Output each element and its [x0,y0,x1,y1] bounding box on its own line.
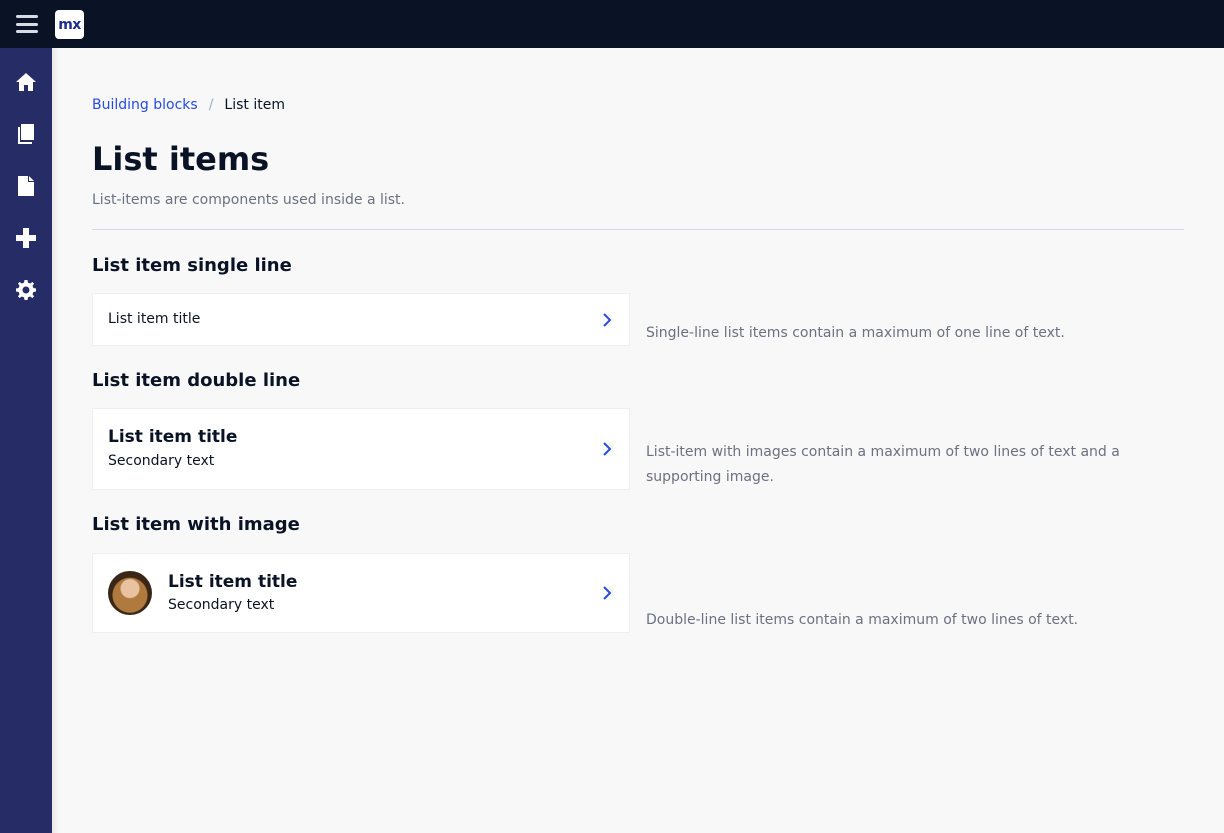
sidebar-item-document[interactable] [0,160,52,212]
section-heading-image: List item with image [92,514,300,535]
list-item-secondary-text: Secondary text [168,597,275,613]
divider [92,229,1184,230]
chevron-right-icon [599,585,615,601]
sidebar-item-home[interactable] [0,56,52,108]
list-item-title: List item title [108,427,238,447]
page-title: List items [92,140,270,178]
list-item-secondary-text: Secondary text [108,453,215,469]
top-bar: mx [0,0,1224,48]
breadcrumb-link-building-blocks[interactable]: Building blocks [92,97,198,113]
breadcrumb-current: List item [224,97,285,113]
gear-icon [16,280,36,300]
description-image: Double-line list items contain a maximum… [646,612,1079,628]
content-shadow [52,48,60,833]
breadcrumb: Building blocks / List item [92,97,285,113]
sidebar-item-book[interactable] [0,108,52,160]
chevron-right-icon [599,312,615,328]
sidebar-item-add[interactable] [0,212,52,264]
sidebar-item-settings[interactable] [0,264,52,316]
home-icon [16,73,36,91]
section-heading-single: List item single line [92,255,292,276]
page-subtitle: List-items are components used inside a … [92,192,405,208]
description-double: List-item with images contain a maximum … [646,444,1120,485]
chevron-right-icon [599,441,615,457]
list-item-title: List item title [168,572,298,592]
avatar [108,571,152,615]
app-logo[interactable]: mx [55,10,84,39]
section-heading-double: List item double line [92,370,301,391]
description-single: Single-line list items contain a maximum… [646,325,1065,341]
hamburger-menu-icon[interactable] [14,12,40,36]
breadcrumb-separator: / [208,97,214,113]
list-item-with-image[interactable]: List item title Secondary text [92,553,630,633]
list-item-double-line[interactable]: List item title Secondary text [92,408,630,490]
list-item-single-line[interactable]: List item title [92,293,630,346]
book-icon [18,124,34,144]
plus-icon [16,228,36,248]
sidebar [0,48,52,833]
document-icon [18,176,34,196]
list-item-title: List item title [108,311,201,327]
